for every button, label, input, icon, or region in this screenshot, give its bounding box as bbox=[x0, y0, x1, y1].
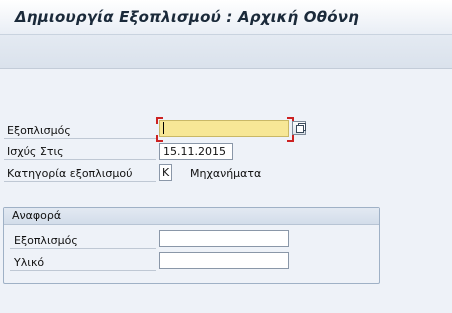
required-marker-bottom-left bbox=[156, 135, 163, 142]
window-title: Δημιουργία Εξοπλισμού : Αρχική Οθόνη bbox=[15, 8, 360, 26]
reference-group-header: Αναφορά bbox=[4, 208, 379, 225]
equipment-label-underline bbox=[4, 138, 156, 139]
reference-equipment-input[interactable] bbox=[159, 230, 289, 247]
category-description: Μηχανήματα bbox=[190, 167, 262, 180]
equipment-label: Εξοπλισμός bbox=[7, 124, 71, 137]
category-input[interactable]: K bbox=[159, 164, 172, 181]
application-toolbar bbox=[0, 35, 452, 69]
valid-from-input[interactable]: 15.11.2015 bbox=[159, 143, 233, 160]
valid-from-label-underline bbox=[4, 159, 156, 160]
reference-equipment-label-underline bbox=[10, 248, 156, 249]
required-marker-bottom-right bbox=[287, 135, 294, 142]
value-help-icon[interactable] bbox=[292, 121, 306, 135]
category-label-underline bbox=[4, 181, 156, 182]
equipment-input[interactable] bbox=[159, 120, 289, 137]
reference-equipment-label: Εξοπλισμός bbox=[14, 234, 78, 247]
reference-material-label-underline bbox=[10, 270, 156, 271]
title-bar: Δημιουργία Εξοπλισμού : Αρχική Οθόνη bbox=[0, 0, 452, 35]
category-label: Κατηγορία εξοπλισμού bbox=[7, 167, 133, 180]
reference-material-input[interactable] bbox=[159, 252, 289, 269]
text-cursor bbox=[163, 122, 164, 134]
reference-material-label: Υλικό bbox=[14, 256, 45, 269]
valid-from-label: Ισχύς Στις bbox=[7, 145, 64, 158]
reference-group-title: Αναφορά bbox=[12, 209, 62, 222]
required-marker-top-left bbox=[156, 117, 163, 124]
